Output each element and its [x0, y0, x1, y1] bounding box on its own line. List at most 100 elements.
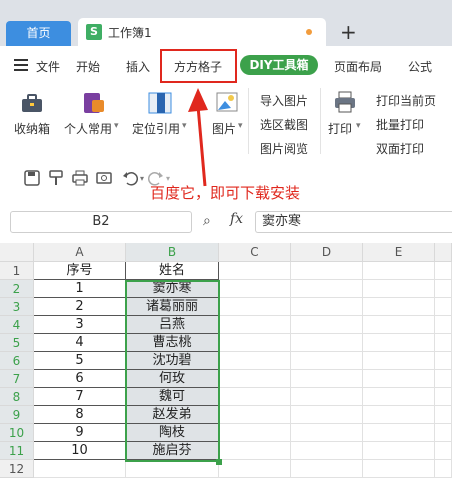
grid-cell[interactable]: [435, 352, 452, 370]
tab-workbook[interactable]: S 工作簿1: [78, 18, 326, 46]
column-header[interactable]: C: [219, 243, 291, 262]
row-header[interactable]: 2: [0, 280, 34, 298]
grid-cell[interactable]: 施启芬: [126, 442, 219, 460]
grid-cell[interactable]: [219, 406, 291, 424]
grid-cell[interactable]: [291, 442, 363, 460]
grid-cell[interactable]: [363, 262, 435, 280]
grid-cell[interactable]: [363, 406, 435, 424]
grid-cell[interactable]: [363, 370, 435, 388]
grid-cell[interactable]: [291, 388, 363, 406]
grid-cell[interactable]: [219, 352, 291, 370]
picture-browse-button[interactable]: 图片阅览: [260, 140, 308, 157]
column-header[interactable]: A: [34, 243, 126, 262]
grid-cell[interactable]: [435, 424, 452, 442]
grid-cell[interactable]: 诸葛丽丽: [126, 298, 219, 316]
personal-common-button[interactable]: 个人常用: [64, 120, 112, 137]
grid-cell[interactable]: [363, 442, 435, 460]
grid-cell[interactable]: 3: [34, 316, 126, 334]
column-header[interactable]: B: [126, 243, 219, 262]
grid-cell[interactable]: 陶枝: [126, 424, 219, 442]
grid-cell[interactable]: [435, 442, 452, 460]
grid-cell[interactable]: [219, 262, 291, 280]
locate-ref-button[interactable]: 定位引用: [132, 120, 180, 137]
grid-cell[interactable]: [435, 316, 452, 334]
chevron-down-icon[interactable]: ▾: [140, 174, 144, 183]
grid-cell[interactable]: 赵发弟: [126, 406, 219, 424]
print-preview-icon[interactable]: [72, 170, 88, 189]
grid-cell[interactable]: [363, 298, 435, 316]
collect-box-button[interactable]: 收纳箱: [14, 120, 50, 137]
fx-icon[interactable]: fx: [230, 211, 243, 227]
grid-cell[interactable]: [435, 298, 452, 316]
grid-cell[interactable]: 8: [34, 406, 126, 424]
grid-cell[interactable]: 何玫: [126, 370, 219, 388]
row-header[interactable]: 4: [0, 316, 34, 334]
grid-cell[interactable]: [435, 280, 452, 298]
grid-cell[interactable]: [435, 406, 452, 424]
format-painter-icon[interactable]: [48, 170, 64, 189]
grid-cell[interactable]: [291, 424, 363, 442]
grid-cell[interactable]: [291, 280, 363, 298]
grid-cell[interactable]: 2: [34, 298, 126, 316]
row-header[interactable]: 11: [0, 442, 34, 460]
menu-insert[interactable]: 插入: [126, 58, 150, 75]
import-picture-button[interactable]: 导入图片: [260, 92, 308, 109]
menu-page-layout[interactable]: 页面布局: [334, 58, 382, 75]
grid-cell[interactable]: [363, 460, 435, 478]
chevron-down-icon[interactable]: ▾: [114, 121, 119, 131]
grid-cell[interactable]: 4: [34, 334, 126, 352]
grid-cell[interactable]: 10: [34, 442, 126, 460]
tab-home[interactable]: 首页: [6, 21, 71, 46]
formula-input[interactable]: 窦亦寒: [255, 211, 452, 233]
grid-cell[interactable]: 魏可: [126, 388, 219, 406]
grid-cell[interactable]: 5: [34, 352, 126, 370]
row-header[interactable]: 5: [0, 334, 34, 352]
grid-cell[interactable]: 沈功碧: [126, 352, 219, 370]
grid-cell[interactable]: 7: [34, 388, 126, 406]
grid-cell[interactable]: 姓名: [126, 262, 219, 280]
grid-cell[interactable]: [219, 424, 291, 442]
row-header[interactable]: 12: [0, 460, 34, 478]
grid-cell[interactable]: [219, 442, 291, 460]
grid-cell[interactable]: [363, 352, 435, 370]
grid-cell[interactable]: [363, 280, 435, 298]
chevron-down-icon[interactable]: ▾: [238, 121, 243, 131]
column-header[interactable]: [435, 243, 452, 262]
print-button[interactable]: 打印: [328, 120, 352, 137]
grid-cell[interactable]: [291, 406, 363, 424]
chevron-down-icon[interactable]: ▾: [356, 121, 361, 131]
new-tab-button[interactable]: +: [340, 20, 357, 44]
name-box[interactable]: B2: [10, 211, 192, 233]
grid-cell[interactable]: [435, 460, 452, 478]
fill-handle[interactable]: [216, 459, 222, 465]
grid-cell[interactable]: [435, 388, 452, 406]
grid-cell[interactable]: 序号: [34, 262, 126, 280]
row-header[interactable]: 8: [0, 388, 34, 406]
grid-cell[interactable]: 窦亦寒: [126, 280, 219, 298]
zoom-icon[interactable]: ⌕: [203, 213, 211, 229]
column-header[interactable]: E: [363, 243, 435, 262]
grid-cell[interactable]: [291, 460, 363, 478]
save-icon[interactable]: [24, 170, 40, 189]
menu-file[interactable]: 文件: [36, 58, 60, 75]
grid-cell[interactable]: [219, 370, 291, 388]
grid-cell[interactable]: [126, 460, 219, 478]
undo-icon[interactable]: [122, 170, 139, 189]
grid-cell[interactable]: [219, 280, 291, 298]
grid-cell[interactable]: [219, 298, 291, 316]
grid-cell[interactable]: 吕燕: [126, 316, 219, 334]
menu-diy-toolbox[interactable]: DIY工具箱: [240, 55, 318, 75]
row-header[interactable]: 1: [0, 262, 34, 280]
grid-cell[interactable]: [219, 334, 291, 352]
grid-cell[interactable]: [219, 460, 291, 478]
grid-cell[interactable]: [291, 316, 363, 334]
row-header[interactable]: 10: [0, 424, 34, 442]
grid-cell[interactable]: 6: [34, 370, 126, 388]
grid-cell[interactable]: [219, 316, 291, 334]
row-header[interactable]: 6: [0, 352, 34, 370]
row-header[interactable]: 7: [0, 370, 34, 388]
grid-cell[interactable]: [435, 370, 452, 388]
grid-cell[interactable]: [291, 334, 363, 352]
grid-cell[interactable]: [291, 352, 363, 370]
row-header[interactable]: 9: [0, 406, 34, 424]
